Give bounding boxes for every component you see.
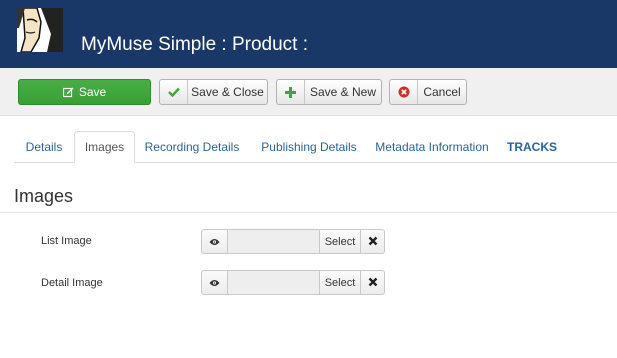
cancel-label: Cancel [423, 85, 461, 99]
tab-details[interactable]: Details [14, 131, 74, 163]
save-button[interactable]: Save [18, 79, 151, 105]
tab-recording-details[interactable]: Recording Details [139, 131, 245, 163]
list-image-field: Select [201, 229, 385, 254]
save-new-button[interactable]: Save & New [276, 79, 382, 105]
save-label: Save [78, 85, 107, 99]
tab-tracks[interactable]: TRACKS [500, 131, 564, 163]
cancel-button[interactable]: Cancel [389, 79, 467, 105]
eye-icon [209, 233, 220, 251]
list-image-clear-button[interactable] [361, 229, 385, 254]
avatar-illustration-icon [17, 8, 63, 52]
close-icon [368, 274, 378, 292]
section-title: Images [14, 186, 74, 206]
list-image-input[interactable] [228, 229, 320, 254]
cancel-circle-icon [390, 80, 418, 104]
detail-image-field: Select [201, 270, 385, 295]
section-divider [0, 212, 617, 213]
list-image-label: List Image [41, 235, 92, 247]
edit-icon [62, 87, 74, 98]
tab-publishing-details[interactable]: Publishing Details [254, 131, 364, 163]
eye-icon [209, 274, 220, 292]
close-icon [368, 233, 378, 251]
tab-images[interactable]: Images [74, 131, 135, 163]
save-close-button[interactable]: Save & Close [159, 79, 268, 105]
detail-image-preview-button[interactable] [201, 270, 228, 295]
detail-image-select-button[interactable]: Select [320, 270, 361, 295]
detail-image-input[interactable] [228, 270, 320, 295]
page-title: MyMuse Simple : Product : [81, 34, 309, 55]
header-bar: MyMuse Simple : Product : [0, 0, 617, 68]
tab-metadata-information[interactable]: Metadata Information [371, 131, 493, 163]
list-image-select-button[interactable]: Select [320, 229, 361, 254]
plus-icon [277, 80, 305, 104]
detail-image-clear-button[interactable] [361, 270, 385, 295]
check-icon [160, 80, 188, 104]
save-close-label: Save & Close [191, 85, 264, 99]
detail-image-label: Detail Image [41, 277, 103, 289]
list-image-preview-button[interactable] [201, 229, 228, 254]
toolbar: Save Save & Close Save & New Cancel [0, 68, 617, 116]
save-new-label: Save & New [309, 85, 377, 99]
